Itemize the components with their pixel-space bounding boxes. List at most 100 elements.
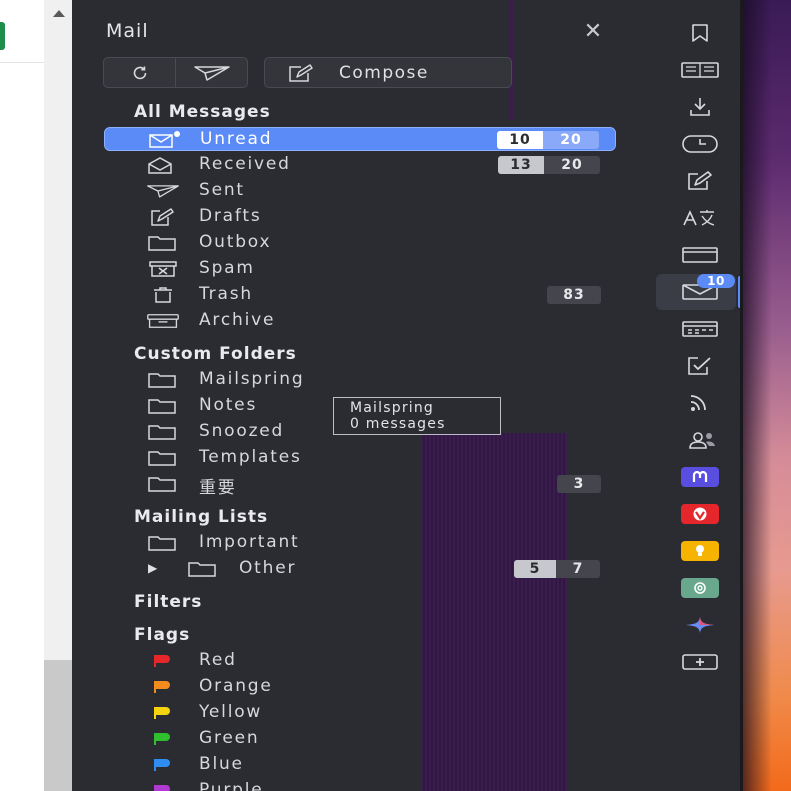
yellow-flag-icon [146, 703, 180, 723]
red-flag-icon [146, 651, 180, 671]
send-icon [193, 65, 230, 81]
folder-icon [146, 533, 180, 553]
folder-received[interactable]: Received 13 20 [104, 153, 616, 177]
flag-purple[interactable]: Purple [104, 779, 616, 791]
tasks-icon [688, 357, 711, 375]
folder-tooltip: Mailspring 0 messages [333, 397, 501, 435]
contacts-icon [689, 432, 715, 449]
close-panel-button[interactable]: ✕ [580, 20, 606, 44]
feeds-panel-button[interactable] [660, 385, 740, 421]
trash-icon [146, 285, 180, 305]
folder-label: Drafts [199, 206, 262, 226]
window-panel-button[interactable] [660, 237, 740, 273]
section-flags[interactable]: Flags [134, 625, 190, 645]
lightbulb-icon [681, 541, 719, 561]
folder-trash[interactable]: Trash 83 [104, 283, 616, 307]
flag-label: Red [199, 650, 237, 670]
flag-yellow[interactable]: Yellow [104, 701, 616, 725]
translate-panel-button[interactable] [660, 200, 740, 236]
send-button[interactable] [175, 58, 247, 87]
notes-icon [688, 171, 712, 190]
bookmarks-panel-button[interactable] [660, 15, 740, 51]
flag-red[interactable]: Red [104, 649, 616, 673]
plus-icon [682, 654, 718, 670]
folder-spam[interactable]: Spam [104, 257, 616, 281]
tooltip-title: Mailspring [350, 400, 435, 416]
flag-label: Yellow [199, 702, 263, 722]
folder-label: Unread [200, 129, 273, 149]
add-panel-button[interactable] [660, 644, 740, 680]
translate-icon [683, 210, 715, 226]
browser-page [0, 0, 44, 791]
mail-panel-button[interactable]: 10 [656, 274, 742, 310]
reading-list-panel-button[interactable] [660, 52, 740, 88]
panel-title: Mail [106, 20, 149, 42]
folder-label: Received [199, 154, 291, 174]
clock-icon [682, 135, 718, 153]
gemini-sparkle-icon [686, 617, 714, 633]
folder-unread[interactable]: Unread 10 20 [104, 127, 616, 151]
history-panel-button[interactable] [660, 126, 740, 162]
vivaldi-icon [681, 504, 719, 524]
unread-count: 10 [497, 131, 543, 149]
unread-mail-icon [147, 130, 181, 150]
mail-panel: Mail ✕ Compose All Messages Unread 10 20 … [72, 0, 660, 791]
downloads-panel-button[interactable] [660, 89, 740, 125]
compose-label: Compose [339, 62, 429, 83]
section-mailing-lists[interactable]: Mailing Lists [134, 507, 268, 527]
count-badge: 13 20 [498, 156, 600, 174]
refresh-button[interactable] [104, 58, 175, 87]
folder-label: Mailspring [199, 369, 305, 389]
folder-templates[interactable]: Templates [104, 446, 616, 470]
blue-flag-icon [146, 755, 180, 775]
list-important[interactable]: Important [104, 531, 616, 555]
green-flag-icon [146, 729, 180, 749]
folder-archive[interactable]: Archive [104, 309, 616, 333]
scrollbar-thumb[interactable] [44, 660, 72, 791]
gemini-panel-button[interactable] [660, 607, 740, 643]
mail-actions-group [103, 57, 248, 88]
count-badge: 3 [557, 475, 601, 493]
count-badge: 10 20 [497, 131, 599, 149]
unread-count: 5 [514, 560, 556, 578]
contacts-panel-button[interactable] [660, 422, 740, 458]
flag-green[interactable]: Green [104, 727, 616, 751]
page-tab-indicator [0, 22, 5, 50]
download-icon [690, 98, 710, 116]
list-other[interactable]: ▶ Other 57 [104, 557, 616, 581]
folder-sent[interactable]: Sent [104, 179, 616, 203]
calendar-panel-button[interactable] [660, 311, 740, 347]
compose-button[interactable]: Compose [264, 57, 512, 88]
page-scrollbar[interactable] [44, 0, 72, 791]
folder-label: Notes [199, 395, 258, 415]
count-badge: 83 [547, 286, 601, 304]
total-count: 20 [543, 131, 599, 149]
scroll-up-icon[interactable] [53, 10, 65, 17]
mastodon-icon [681, 467, 719, 487]
folder-drafts[interactable]: Drafts [104, 205, 616, 229]
flag-blue[interactable]: Blue [104, 753, 616, 777]
total-count: 7 [556, 560, 600, 578]
mastodon-panel-button[interactable] [660, 459, 740, 495]
flag-orange[interactable]: Orange [104, 675, 616, 699]
expand-arrow-icon[interactable]: ▶ [148, 561, 157, 575]
folder-outbox[interactable]: Outbox [104, 231, 616, 255]
chatgpt-panel-button[interactable] [660, 570, 740, 606]
section-filters[interactable]: Filters [134, 592, 202, 612]
folder-important-cjk[interactable]: 重要 3 [104, 472, 616, 498]
vivaldi-panel-button[interactable] [660, 496, 740, 532]
tasks-panel-button[interactable] [660, 348, 740, 384]
section-all-messages[interactable]: All Messages [134, 102, 271, 122]
folder-label: 重要 [199, 478, 237, 498]
folder-icon [146, 422, 180, 442]
folder-label: Archive [199, 310, 276, 330]
folder-icon [146, 396, 180, 416]
count-badge: 57 [514, 560, 600, 578]
folder-label: Spam [199, 258, 255, 278]
keep-panel-button[interactable] [660, 533, 740, 569]
folder-label: Outbox [199, 232, 272, 252]
folder-mailspring[interactable]: Mailspring [104, 368, 616, 392]
section-custom-folders[interactable]: Custom Folders [134, 344, 297, 364]
folder-label: Sent [199, 180, 245, 200]
notes-panel-button[interactable] [660, 163, 740, 199]
